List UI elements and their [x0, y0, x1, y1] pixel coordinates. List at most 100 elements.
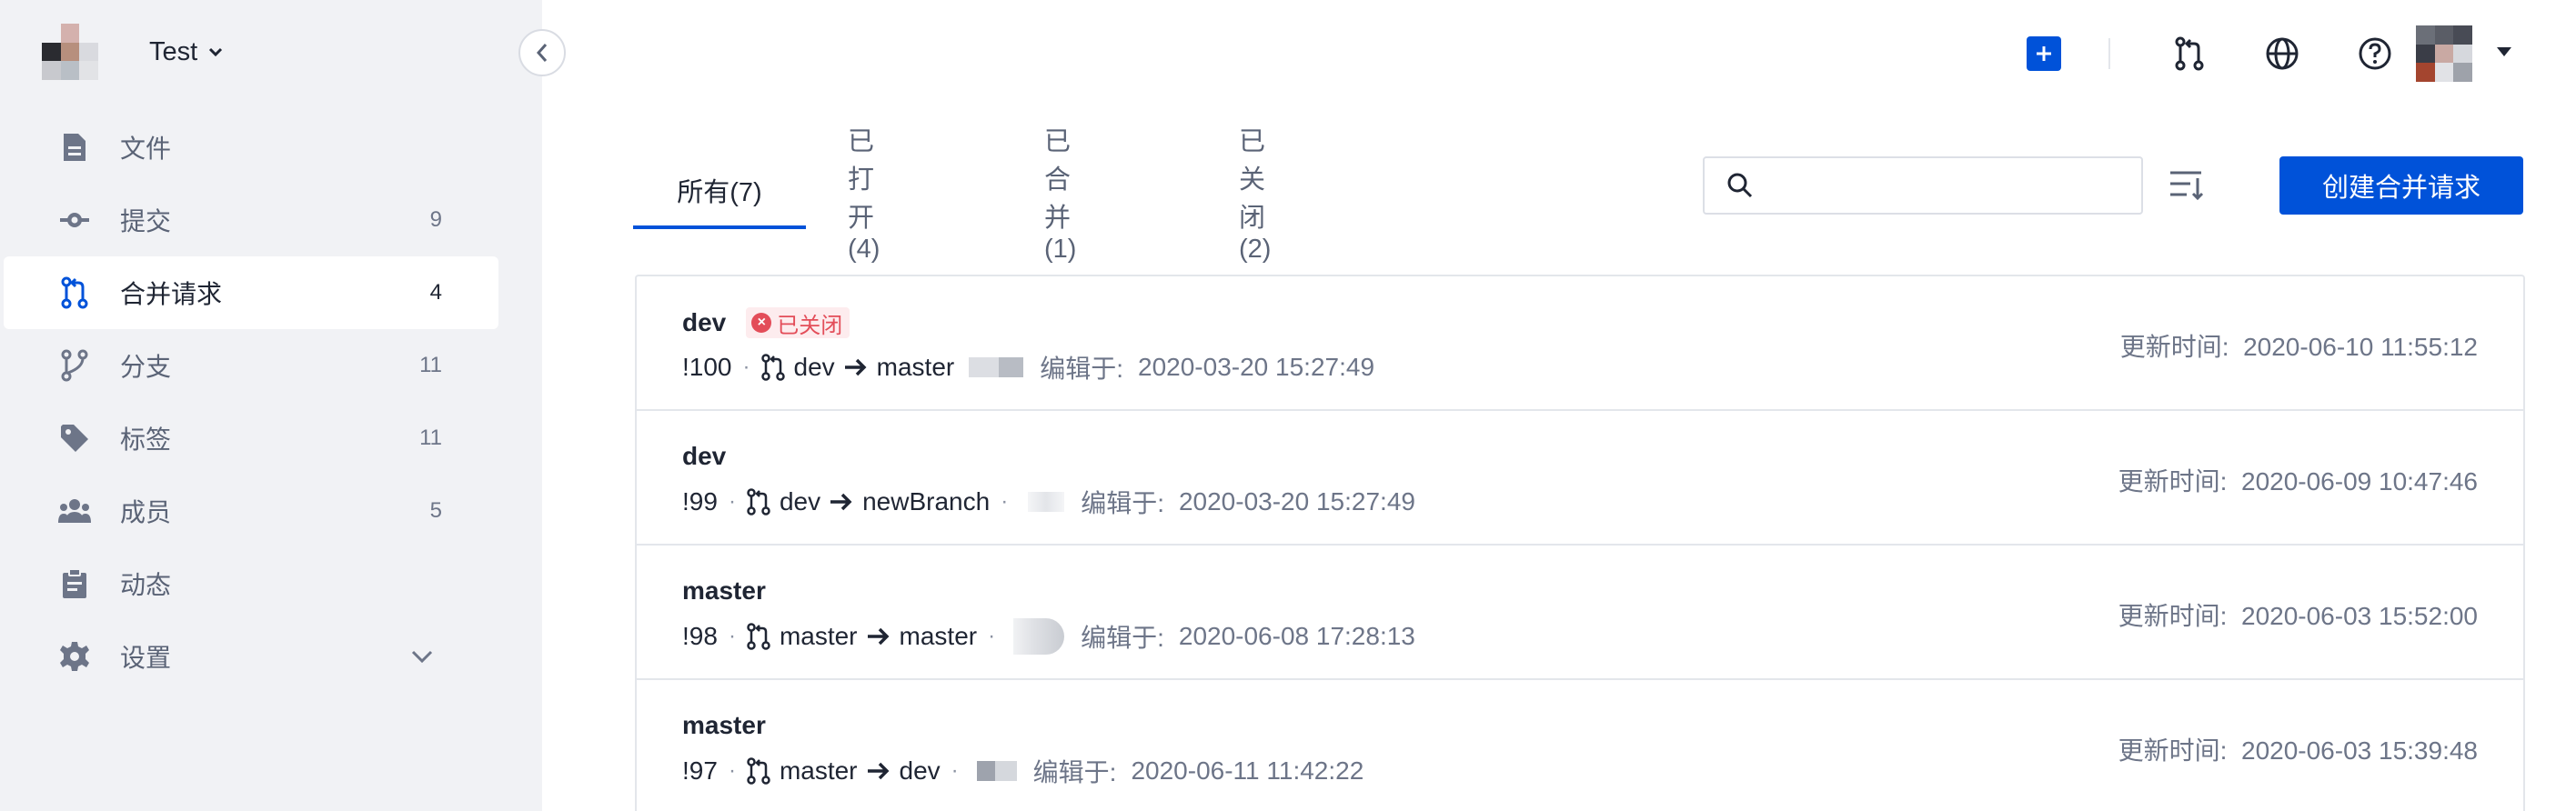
sidebar-item-label: 提交: [120, 207, 172, 235]
update-value: 2020-06-03 15:39:48: [2241, 736, 2478, 765]
sidebar-item-label: 动态: [120, 571, 172, 599]
chevron-down-icon[interactable]: [411, 650, 433, 663]
sidebar-item-count: 9: [429, 207, 442, 232]
close-circle-icon: ×: [751, 313, 772, 333]
user-avatar[interactable]: [2416, 25, 2472, 82]
merge-request-title[interactable]: master: [682, 711, 766, 740]
merge-request-title[interactable]: dev: [682, 442, 726, 471]
merge-request-list: dev × 已关闭 !100 · dev master 编辑于: 2020-03…: [635, 275, 2525, 811]
branch-icon: [58, 349, 91, 382]
update-value: 2020-06-10 11:55:12: [2243, 333, 2478, 361]
sidebar-item-branches[interactable]: 分支 11: [0, 329, 542, 402]
merge-request-title[interactable]: master: [682, 576, 766, 606]
arrow-right-icon: [867, 626, 891, 646]
activity-icon: [58, 567, 91, 600]
project-name: Test: [149, 36, 198, 66]
sidebar-item-label: 标签: [120, 426, 172, 454]
updated-time: 更新时间: 2020-06-03 15:39:48: [2118, 731, 2478, 767]
commit-icon: [58, 204, 91, 236]
create-merge-request-button[interactable]: 创建合并请求: [2279, 156, 2523, 215]
sidebar-item-activity[interactable]: 动态: [0, 547, 542, 620]
sidebar-item-count: 5: [429, 498, 442, 523]
merge-request-icon: [747, 623, 770, 650]
update-value: 2020-06-03 15:52:00: [2241, 602, 2478, 630]
sidebar-item-label: 成员: [120, 498, 172, 526]
updated-time: 更新时间: 2020-06-09 10:47:46: [2118, 462, 2478, 498]
merge-request-tabs: 所有(7) 已打开(4) 已合并(1) 已关闭(2): [633, 127, 1271, 264]
target-branch: dev: [899, 756, 941, 785]
separator-dot: ·: [951, 758, 959, 783]
globe-icon: [2266, 37, 2299, 70]
gear-icon: [58, 640, 91, 673]
avatar: [1013, 618, 1065, 655]
create-new-button[interactable]: [2027, 36, 2061, 71]
sidebar-item-merge-requests[interactable]: 合并请求 4: [4, 256, 498, 329]
merge-requests-header-button[interactable]: [2170, 35, 2209, 73]
caret-down-icon[interactable]: [2496, 45, 2512, 62]
source-branch: master: [779, 622, 858, 650]
project-switcher[interactable]: Test: [42, 24, 223, 80]
search-input[interactable]: [1768, 171, 2132, 200]
merge-request-icon: [58, 276, 91, 309]
sidebar-item-count: 11: [419, 426, 442, 450]
file-icon: [58, 131, 91, 164]
arrow-right-icon: [844, 357, 868, 377]
merge-request-row[interactable]: master !97 · master dev · 编辑于: 2020-06-1…: [637, 680, 2523, 811]
edited-time: 2020-06-08 17:28:13: [1178, 622, 1415, 650]
merge-request-title[interactable]: dev: [682, 308, 726, 337]
source-branch: dev: [779, 487, 821, 516]
sidebar: Test 文件 提交 9 合并请求 4 分支 11 标签 11 成员 5 动态 …: [0, 0, 542, 811]
sidebar-nav: 文件 提交 9 合并请求 4 分支 11 标签 11 成员 5 动态 设置: [0, 111, 542, 693]
avatar: [976, 761, 1017, 781]
sidebar-item-label: 合并请求: [120, 280, 223, 308]
tag-icon: [58, 422, 91, 455]
tab-open[interactable]: 已打开(4): [848, 127, 880, 264]
arrow-right-icon: [830, 492, 853, 512]
sort-icon: [2170, 171, 2204, 201]
arrow-right-icon: [867, 761, 891, 781]
sort-button[interactable]: [2168, 167, 2205, 204]
chevron-left-icon: [536, 44, 548, 62]
edited-label: 编辑于:: [1032, 758, 1117, 786]
sidebar-item-settings[interactable]: 设置: [0, 620, 542, 693]
update-label: 更新时间:: [2119, 333, 2229, 361]
separator-dot: ·: [728, 758, 736, 783]
merge-request-row[interactable]: master !98 · master master · 编辑于: 2020-0…: [637, 546, 2523, 680]
members-icon: [58, 495, 91, 527]
status-badge: × 已关闭: [746, 307, 850, 338]
sidebar-item-commits[interactable]: 提交 9: [0, 184, 542, 256]
tab-closed[interactable]: 已关闭(2): [1239, 127, 1271, 264]
update-value: 2020-06-09 10:47:46: [2241, 467, 2478, 496]
update-label: 更新时间:: [2118, 467, 2228, 496]
sidebar-item-label: 文件: [120, 135, 172, 163]
merge-request-row[interactable]: dev !99 · dev newBranch · 编辑于: 2020-03-2…: [637, 411, 2523, 546]
tab-merged[interactable]: 已合并(1): [1044, 127, 1076, 264]
sidebar-item-members[interactable]: 成员 5: [0, 475, 542, 547]
tab-all[interactable]: 所有(7): [633, 155, 806, 229]
updated-time: 更新时间: 2020-06-10 11:55:12: [2120, 327, 2478, 364]
help-button[interactable]: [2356, 35, 2394, 73]
edited-label: 编辑于:: [1081, 489, 1164, 517]
separator-dot: ·: [728, 624, 736, 648]
merge-request-row[interactable]: dev × 已关闭 !100 · dev master 编辑于: 2020-03…: [637, 276, 2523, 411]
separator-dot: ·: [988, 624, 996, 648]
target-branch: newBranch: [862, 487, 991, 516]
target-branch: master: [899, 622, 978, 650]
sidebar-item-tags[interactable]: 标签 11: [0, 402, 542, 475]
search-box: [1703, 156, 2143, 215]
collapse-sidebar-button[interactable]: [518, 29, 566, 76]
avatar: [969, 357, 1024, 377]
merge-request-icon: [2175, 36, 2204, 71]
project-avatar: [42, 24, 98, 80]
edited-time: 2020-03-20 15:27:49: [1178, 487, 1415, 516]
merge-request-icon: [747, 757, 770, 785]
target-branch: master: [876, 353, 955, 381]
merge-request-icon: [760, 354, 785, 381]
merge-request-id: !98: [682, 622, 718, 650]
separator-dot: ·: [1001, 489, 1009, 514]
language-button[interactable]: [2263, 35, 2301, 73]
source-branch: master: [779, 756, 858, 785]
update-label: 更新时间:: [2118, 602, 2228, 630]
merge-request-id: !97: [682, 756, 718, 785]
sidebar-item-files[interactable]: 文件: [0, 111, 542, 184]
